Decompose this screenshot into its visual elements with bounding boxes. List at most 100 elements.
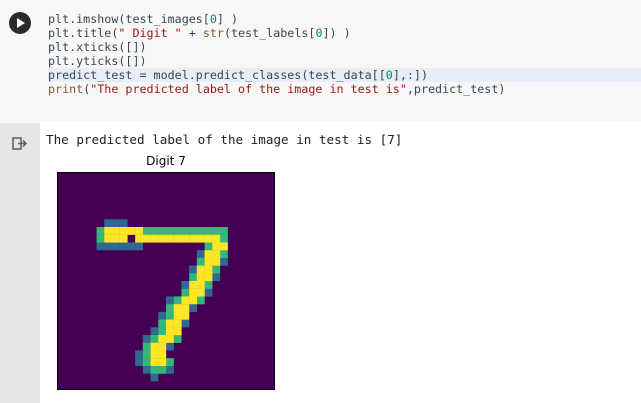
code-line-current[interactable]: predict_test = model.predict_classes(tes…: [48, 68, 641, 82]
digit-pixel-dark: [135, 350, 144, 359]
digit-pixel-bright: [104, 227, 113, 235]
digit-pixel-mid: [150, 365, 159, 374]
digit-pixel-bright: [196, 234, 205, 243]
digit-pixel-bright: [135, 227, 144, 235]
digit-pixel-mid: [96, 234, 105, 243]
digit-pixel-bright: [181, 304, 190, 313]
digit-pixel-dark: [104, 219, 113, 228]
digit-pixel-dark: [150, 373, 159, 382]
code-line[interactable]: print("The predicted label of the image …: [48, 82, 641, 96]
digit-pixel-bright: [166, 335, 174, 343]
notebook-page: plt.imshow(test_images[0] ) plt.title(" …: [0, 0, 641, 403]
digit-pixel-dark: [142, 335, 151, 343]
digit-pixel-bright: [212, 234, 221, 243]
digit-pixel-bright: [135, 234, 144, 243]
code-token-kw: str: [202, 26, 224, 40]
digit-pixel-bright: [127, 227, 136, 235]
digit-pixel-mid: [212, 227, 221, 235]
digit-pixel-bright: [173, 311, 182, 320]
digit-pixel-bright: [181, 311, 190, 320]
digit-pixel-dark: [135, 242, 144, 251]
digit-pixel-mid: [150, 227, 159, 235]
digit-pixel-dark: [142, 365, 151, 374]
digit-pixel-bright: [220, 242, 228, 251]
code-token: plt.xticks([]): [48, 40, 147, 54]
digit-pixel-dark: [212, 273, 221, 282]
digit-pixel-mid: [158, 365, 167, 374]
digit-pixel-bright: [142, 234, 151, 243]
code-token-num: 0: [315, 26, 323, 40]
digit-pixel-dark: [112, 219, 120, 228]
digit-pixel-mid: [196, 227, 205, 235]
code-token: plt.yticks([]): [48, 54, 147, 68]
digit-pixel-dark: [104, 242, 113, 251]
digit-pixel-mid: [158, 319, 167, 328]
digit-pixel-bright: [158, 358, 167, 367]
digit-pixel-mid: [142, 227, 151, 235]
code-token: ,predict_test): [406, 82, 506, 96]
digit-pixel-mid: [220, 250, 228, 259]
code-line[interactable]: plt.imshow(test_images[0] ): [48, 12, 641, 26]
output-arrow-icon[interactable]: [12, 136, 28, 152]
code-token: plt.title(: [48, 26, 119, 40]
digit-pixel-bright: [119, 227, 128, 235]
code-editor[interactable]: plt.imshow(test_images[0] ) plt.title(" …: [40, 8, 641, 116]
digit-pixel-mid: [173, 296, 182, 305]
run-cell-button[interactable]: [9, 12, 31, 34]
code-token-num: 0: [385, 68, 393, 82]
digit-pixel-dark: [112, 242, 120, 251]
digit-pixel-mid: [166, 227, 174, 235]
code-token: plt.imshow(test_images[: [48, 12, 210, 26]
digit-pixel-mid: [181, 288, 190, 297]
code-token: ],:]): [392, 68, 428, 82]
digit-pixel-bright: [150, 234, 159, 243]
digit-pixel-dark: [189, 265, 198, 274]
digit-pixel-dark: [127, 242, 136, 251]
digit-pixel-dark: [166, 342, 174, 351]
code-token: +: [181, 26, 203, 40]
code-cell[interactable]: plt.imshow(test_images[0] ) plt.title(" …: [0, 0, 641, 122]
digit-pixel-mid: [189, 227, 198, 235]
digit-pixel-dark: [119, 219, 128, 228]
digit-pixel-bright: [158, 234, 167, 243]
digit-pixel-mid: [142, 358, 151, 367]
digit-pixel-bright: [173, 327, 182, 336]
digit-pixel-dark: [166, 365, 174, 374]
digit-pixel-bright: [158, 350, 167, 359]
digit-pixel-bright: [204, 257, 213, 266]
digit-pixel-mid: [204, 281, 213, 289]
digit-pixel-mid: [173, 227, 182, 235]
code-line[interactable]: plt.yticks([]): [48, 54, 641, 68]
digit-pixel-mid: [166, 311, 174, 320]
digit-pixel-mid: [166, 304, 174, 313]
digit-pixel-bright: [212, 250, 221, 259]
digit-pixel-bright: [181, 234, 190, 243]
digit-pixel-dark: [196, 250, 205, 259]
digit-pixel-mid: [158, 227, 167, 235]
code-line[interactable]: plt.title(" Digit " + str(test_labels[0]…: [48, 26, 641, 40]
digit-pixel-mid: [196, 257, 205, 266]
image-axes: [57, 172, 275, 390]
digit-pixel-mid: [142, 350, 151, 359]
digit-pixel-bright: [173, 234, 182, 243]
code-token-num: 0: [209, 12, 217, 26]
digit-pixel-bright: [173, 319, 182, 328]
digit-pixel-dark: [204, 288, 213, 297]
digit-pixel-bright: [119, 234, 128, 243]
digit-pixel-dark: [189, 304, 198, 313]
figure-title: Digit 7: [146, 154, 186, 168]
digit-pixel-dark: [181, 319, 190, 328]
cell-output-area: The predicted label of the image in test…: [0, 123, 641, 403]
digit-pixel-bright: [181, 296, 190, 305]
digit-pixel-bright: [204, 265, 213, 274]
code-line[interactable]: plt.xticks([]): [48, 40, 641, 54]
digit-pixel-bright: [196, 281, 205, 289]
digit-pixel-bright: [150, 350, 159, 359]
digit-pixel-bright: [166, 327, 174, 336]
digit-pixel-dark: [96, 242, 105, 251]
digit-pixel-bright: [173, 304, 182, 313]
stdout-text: The predicted label of the image in test…: [46, 132, 403, 147]
digit-pixel-mid: [196, 296, 205, 305]
digit-pixel-mid: [142, 342, 151, 351]
digit-pixel-dark: [181, 281, 190, 289]
